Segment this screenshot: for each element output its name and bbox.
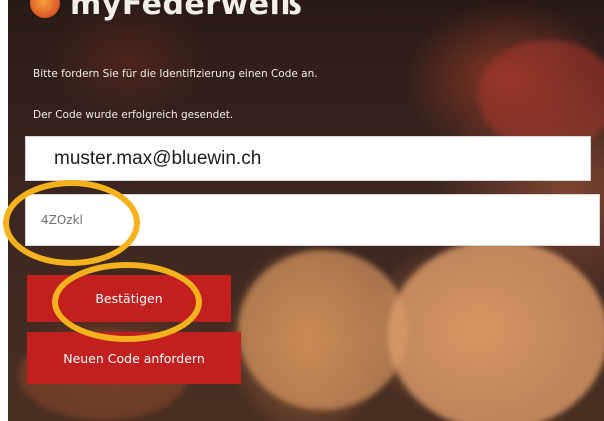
success-message: Der Code wurde erfolgreich gesendet. (33, 109, 234, 121)
food-shape (388, 240, 604, 421)
logo-icon (30, 0, 60, 18)
food-shape (478, 40, 604, 150)
code-input[interactable]: 4ZOzkl (25, 194, 600, 246)
confirm-button[interactable]: Bestätigen (27, 275, 231, 322)
food-shape (238, 250, 408, 410)
code-value: 4ZOzkl (41, 213, 83, 227)
instruction-text: Bitte fordern Sie für die Identifizierun… (33, 68, 318, 80)
brand-name: myFederweiß (70, 0, 303, 22)
app-header: myFederweiß (8, 0, 604, 22)
request-new-code-button[interactable]: Neuen Code anfordern (27, 332, 241, 384)
email-value: muster.max@bluewin.ch (54, 148, 262, 169)
